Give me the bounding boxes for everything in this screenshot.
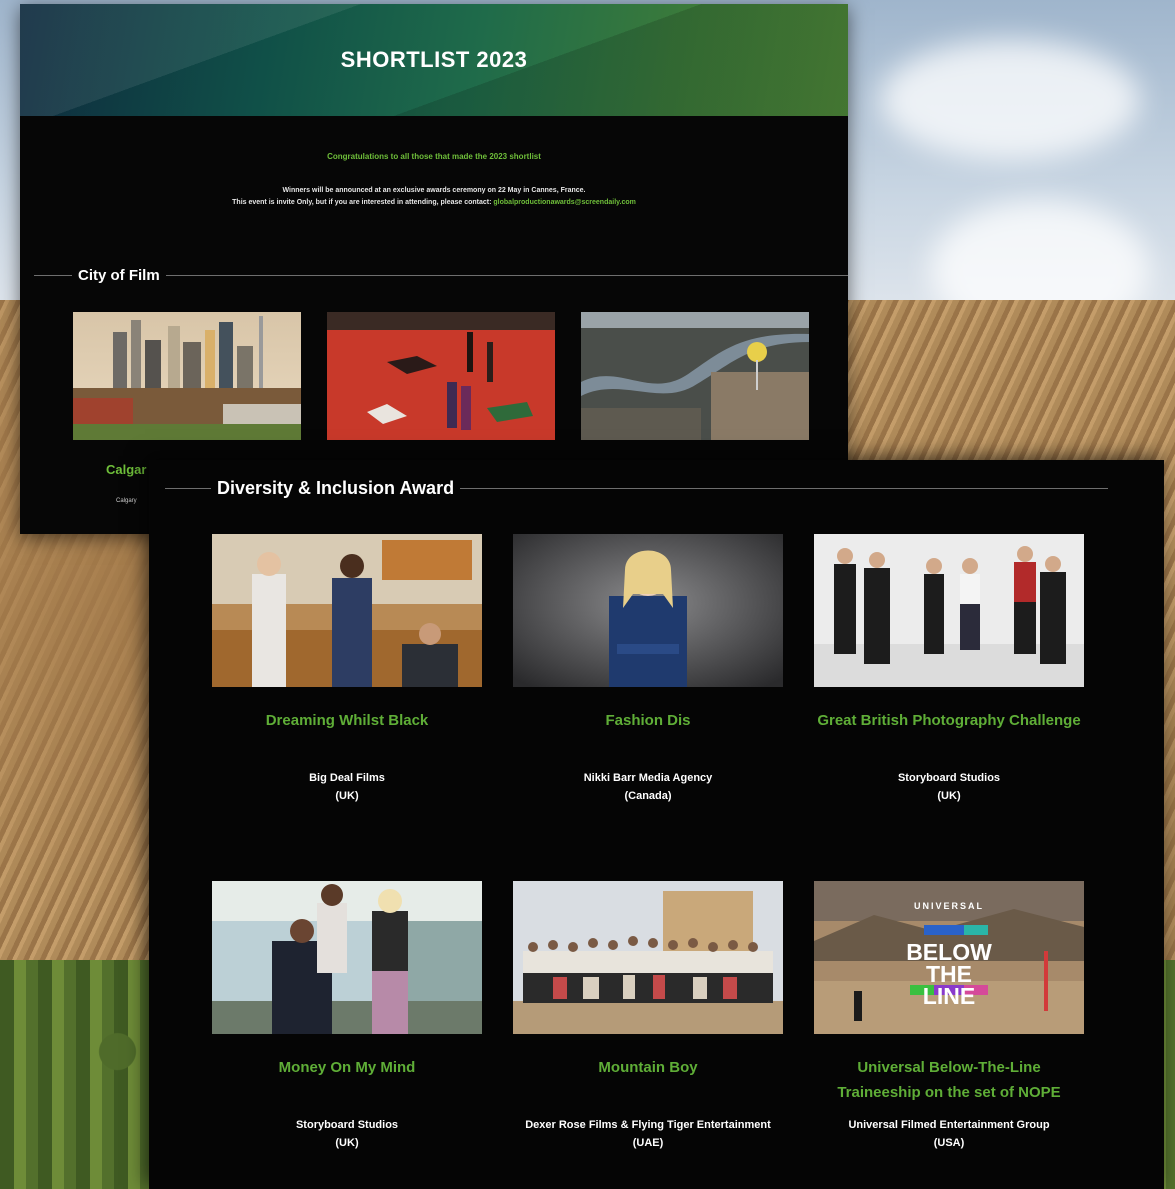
entry-company: Nikki Barr Media Agency [583, 772, 713, 784]
entry-country: (Canada) [624, 790, 672, 802]
divider [165, 275, 848, 276]
entry-photo[interactable]: UNIVERSAL BELOW THE LINE [814, 881, 1084, 1034]
entry-company: Storyboard Studios [897, 772, 1001, 784]
city-of-film-grid [20, 312, 848, 442]
section-header-city-of-film: City of Film [20, 267, 848, 284]
entry-country: (UK) [937, 790, 961, 802]
entry-title[interactable]: Dreaming Whilst Black [212, 708, 482, 758]
entry-photo[interactable] [212, 534, 482, 687]
banner-title: SHORTLIST 2023 [340, 47, 528, 72]
divider [34, 275, 72, 276]
entry-card[interactable]: UNIVERSAL BELOW THE LINE Universal Below… [814, 881, 1084, 1149]
city-photo-calgary[interactable] [73, 312, 301, 440]
partial-sub: Calgary [116, 498, 137, 504]
shortlist-banner: SHORTLIST 2023 [20, 4, 848, 116]
entry-country: (UK) [335, 790, 359, 802]
city-photo-aerial[interactable] [581, 312, 809, 440]
event-note-line1: Winners will be announced at an exclusiv… [282, 187, 586, 194]
entry-country: (USA) [933, 1137, 965, 1149]
entry-company: Big Deal Films [309, 772, 385, 784]
divider [165, 488, 211, 489]
section-header-diversity: Diversity & Inclusion Award [149, 478, 1164, 499]
entry-photo[interactable] [513, 534, 783, 687]
congrats-message: Congratulations to all those that made t… [327, 152, 541, 161]
entry-card[interactable]: Money On My Mind Storyboard Studios (UK) [212, 881, 482, 1149]
entry-title[interactable]: Mountain Boy [513, 1055, 783, 1105]
city-photo-red-carpet[interactable] [327, 312, 555, 440]
entry-company: Universal Filmed Entertainment Group [848, 1119, 1050, 1131]
entry-country: (UAE) [632, 1137, 664, 1149]
cloud [880, 40, 1140, 160]
entry-country: (UK) [335, 1137, 359, 1149]
entry-title[interactable]: Universal Below-The-Line Traineeship on … [814, 1055, 1084, 1105]
universal-logo-text: UNIVERSAL [913, 901, 984, 911]
entry-card[interactable]: Fashion Dis Nikki Barr Media Agency (Can… [513, 534, 783, 802]
intro-text: Congratulations to all those that made t… [20, 116, 848, 209]
below-the-line-logo-text: BELOW THE LINE [906, 939, 992, 1009]
partial-caption: Calgar [106, 462, 147, 477]
shortlist-page-back: SHORTLIST 2023 Congratulations to all th… [20, 4, 848, 534]
entry-photo[interactable] [513, 881, 783, 1034]
entry-card[interactable]: Great British Photography Challenge Stor… [814, 534, 1084, 802]
section-title: Diversity & Inclusion Award [217, 478, 455, 498]
event-note-line2: This event is invite Only, but if you ar… [20, 197, 848, 209]
entry-title[interactable]: Great British Photography Challenge [814, 708, 1084, 758]
contact-email-link[interactable]: globalproductionawards@screendaily.com [493, 199, 635, 206]
entry-card[interactable]: Dreaming Whilst Black Big Deal Films (UK… [212, 534, 482, 802]
entry-photo[interactable] [212, 881, 482, 1034]
entry-title[interactable]: Money On My Mind [212, 1055, 482, 1105]
divider [460, 488, 1109, 489]
entry-title[interactable]: Fashion Dis [513, 708, 783, 758]
entry-card[interactable]: Mountain Boy Dexer Rose Films & Flying T… [513, 881, 783, 1149]
section-title: City of Film [78, 267, 160, 284]
entry-photo[interactable] [814, 534, 1084, 687]
event-note-prefix: This event is invite Only, but if you ar… [232, 199, 492, 206]
entry-company: Storyboard Studios [295, 1119, 399, 1131]
entry-company: Dexer Rose Films & Flying Tiger Entertai… [525, 1119, 771, 1131]
diversity-inclusion-page-front: Diversity & Inclusion Award Dreaming Whi… [149, 460, 1164, 1189]
